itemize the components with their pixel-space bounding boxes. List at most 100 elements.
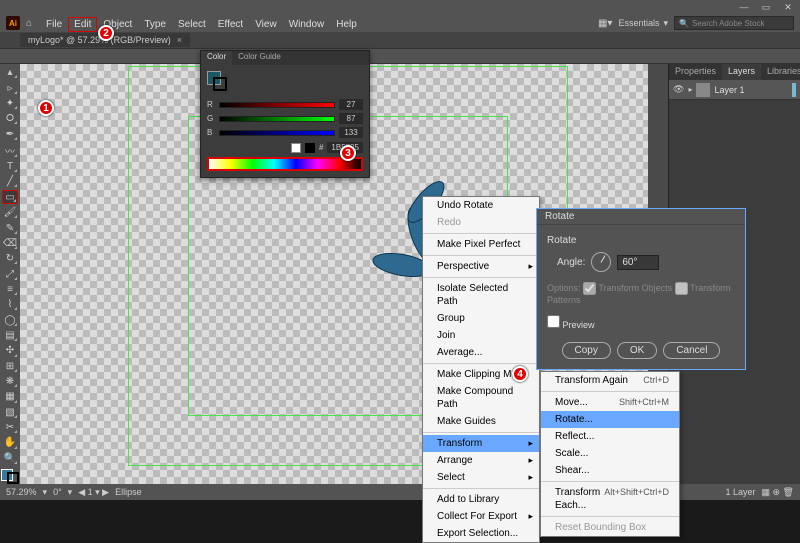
tool-erase[interactable]: ⌫ [2, 237, 18, 250]
sub-shear-[interactable]: Shear... [541, 462, 679, 479]
layer-color-bar [792, 83, 796, 97]
ctx-arrange[interactable]: Arrange [423, 452, 539, 469]
tool-drop[interactable]: ✣ [2, 344, 18, 357]
preview-checkbox[interactable] [547, 315, 560, 328]
tool-sel[interactable]: ▴ [2, 66, 18, 79]
ctx-undo-rotate[interactable]: Undo Rotate [423, 197, 539, 214]
rotate-dialog[interactable]: Rotate Rotate Angle: 60° Options: Transf… [536, 208, 746, 370]
fill-stroke-swatches[interactable] [1, 469, 19, 484]
tool-mesh[interactable]: ⊞ [2, 360, 18, 373]
menu-view[interactable]: View [249, 17, 283, 32]
close-window-button[interactable]: ✕ [780, 2, 796, 12]
tool-curv[interactable]: 〰 [2, 143, 18, 158]
maximize-button[interactable]: ▭ [758, 2, 774, 12]
ctx-average-[interactable]: Average... [423, 344, 539, 361]
ctx-isolate-selected-path[interactable]: Isolate Selected Path [423, 280, 539, 310]
layer-count: 1 Layer [725, 487, 755, 497]
zoom-level[interactable]: 57.29% [6, 487, 37, 497]
close-tab-icon[interactable]: × [177, 35, 182, 45]
tool-line[interactable]: ╱ [2, 175, 18, 188]
ok-button[interactable]: OK [617, 342, 657, 359]
home-icon[interactable]: ⌂ [26, 18, 32, 29]
copy-button[interactable]: Copy [562, 342, 611, 359]
ctx-perspective[interactable]: Perspective [423, 258, 539, 275]
rotate-view[interactable]: 0° [53, 487, 62, 497]
ctx-collect-for-export[interactable]: Collect For Export [423, 508, 539, 525]
black-swatch[interactable] [305, 143, 315, 153]
tool-sym[interactable]: ❋ [2, 375, 18, 388]
menu-edit[interactable]: Edit [68, 17, 97, 32]
search-input[interactable]: 🔍Search Adobe Stock [674, 16, 794, 30]
sub-move-[interactable]: Move...Shift+Ctrl+M [541, 394, 679, 411]
sub-transform-each-[interactable]: Transform Each...Alt+Shift+Ctrl+D [541, 484, 679, 514]
disclosure-icon[interactable]: ▸ [688, 85, 692, 94]
workspace-switcher[interactable]: Essentials▾ [618, 18, 668, 29]
panel-tab-layers[interactable]: Layers [722, 64, 761, 80]
r-slider[interactable] [219, 102, 335, 108]
sub-transform-again[interactable]: Transform AgainCtrl+D [541, 372, 679, 389]
callout-4: 4 [512, 366, 528, 382]
tool-dsel[interactable]: ▹ [2, 81, 18, 94]
options-bar [0, 48, 800, 64]
tool-grad[interactable]: ▤ [2, 329, 18, 342]
b-value[interactable]: 133 [339, 127, 363, 138]
tool-slice[interactable]: ✂ [2, 421, 18, 434]
tool-pencil[interactable]: ✎ [2, 221, 18, 234]
layer-row[interactable]: 👁 ▸ Layer 1 [669, 80, 800, 100]
menu-type[interactable]: Type [138, 17, 172, 32]
ctx-group[interactable]: Group [423, 310, 539, 327]
tool-scale[interactable]: ⤢ [2, 267, 18, 280]
minimize-button[interactable]: — [736, 2, 752, 12]
menu-effect[interactable]: Effect [212, 17, 249, 32]
tool-rect[interactable]: ▭ [2, 190, 18, 204]
color-swatch-pair[interactable] [207, 71, 227, 91]
dialog-title: Rotate [537, 209, 745, 225]
tool-wand[interactable]: ✦ [2, 97, 18, 110]
angle-dial[interactable] [591, 252, 611, 272]
angle-input[interactable]: 60° [617, 255, 659, 270]
tool-zoom[interactable]: 🔍 [2, 452, 18, 465]
tool-shape[interactable]: ◯ [2, 313, 18, 326]
tool-hand[interactable]: ✋ [2, 436, 18, 449]
g-slider[interactable] [219, 116, 335, 122]
color-guide-tab[interactable]: Color Guide [232, 51, 287, 65]
r-value[interactable]: 27 [339, 99, 363, 110]
tool-brush[interactable]: 🖌 [2, 206, 18, 219]
sub-reflect-[interactable]: Reflect... [541, 428, 679, 445]
tool-col[interactable]: ▦ [2, 390, 18, 403]
tool-warp[interactable]: ⌇ [2, 298, 18, 311]
white-swatch[interactable] [291, 143, 301, 153]
visibility-icon[interactable]: 👁 [673, 84, 684, 95]
sub-scale-[interactable]: Scale... [541, 445, 679, 462]
ctx-make-compound-path[interactable]: Make Compound Path [423, 383, 539, 413]
b-slider[interactable] [219, 130, 335, 136]
cloud-doc-icon[interactable]: ▦▾ [598, 18, 612, 29]
ctx-select[interactable]: Select [423, 469, 539, 486]
color-tab[interactable]: Color [201, 51, 232, 65]
menu-select[interactable]: Select [172, 17, 212, 32]
menu-window[interactable]: Window [283, 17, 331, 32]
panel-tab-properties[interactable]: Properties [669, 64, 722, 80]
tool-type[interactable]: T [2, 160, 18, 173]
panel-tab-libraries[interactable]: Libraries [761, 64, 800, 80]
cancel-button[interactable]: Cancel [663, 342, 720, 359]
tool-width[interactable]: ≡ [2, 283, 18, 296]
sub-rotate-[interactable]: Rotate... [541, 411, 679, 428]
layer-panel-icons[interactable]: ▦ ⊕ 🗑 [762, 487, 794, 498]
ctx-export-selection-[interactable]: Export Selection... [423, 525, 539, 542]
g-value[interactable]: 87 [339, 113, 363, 124]
tool-lasso[interactable]: ⭘ [2, 112, 18, 125]
layer-name[interactable]: Layer 1 [714, 85, 744, 95]
tool-pen[interactable]: ✒ [2, 127, 18, 140]
spectrum-picker[interactable] [207, 157, 363, 171]
ctx-make-guides[interactable]: Make Guides [423, 413, 539, 430]
ctx-make-pixel-perfect[interactable]: Make Pixel Perfect [423, 236, 539, 253]
layer-thumbnail [696, 83, 710, 97]
tool-rot[interactable]: ↻ [2, 252, 18, 265]
ctx-join[interactable]: Join [423, 327, 539, 344]
ctx-transform[interactable]: Transform [423, 435, 539, 452]
tool-art[interactable]: ▧ [2, 406, 18, 419]
menu-file[interactable]: File [40, 17, 68, 32]
artboard-nav[interactable]: ◀ 1 ▾ ▶ [78, 487, 109, 498]
menu-help[interactable]: Help [330, 17, 363, 32]
